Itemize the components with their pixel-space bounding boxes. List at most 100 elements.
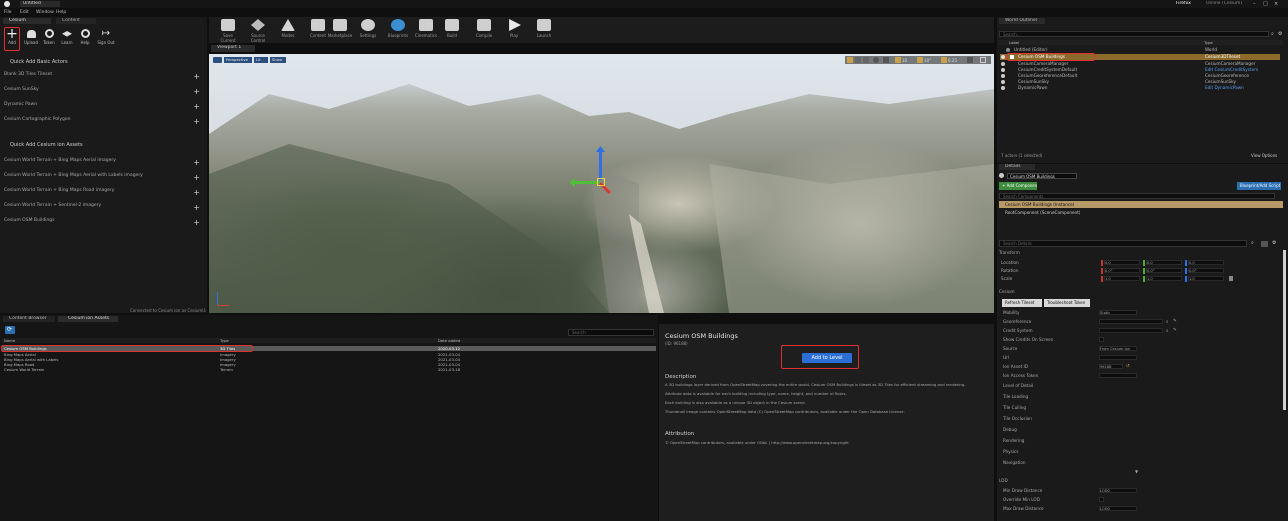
quick-add-terrain-road[interactable]: Cesium World Terrain + Bing Maps Road im… <box>4 188 206 197</box>
scale-mode-icon[interactable] <box>863 57 869 63</box>
component-child[interactable]: RootComponent (SceneComponent) <box>1005 210 1080 215</box>
lod-category[interactable]: LOD <box>999 478 1284 486</box>
scale-snap-value[interactable]: 0.25 <box>948 58 957 63</box>
reset-arrow-icon[interactable]: ↺ <box>1126 364 1130 369</box>
browse-icon[interactable]: ⌕ <box>1166 328 1169 334</box>
location-z-input[interactable]: 0.0 <box>1188 260 1224 265</box>
maximize-button[interactable]: □ <box>1263 1 1271 7</box>
column-type[interactable]: Type <box>1204 40 1213 45</box>
close-button[interactable]: × <box>1274 1 1282 7</box>
grid-snap-value[interactable]: 10 <box>902 58 907 63</box>
translate-mode-icon[interactable] <box>847 57 853 63</box>
mobility-select[interactable]: Static <box>1099 310 1137 315</box>
menu-edit[interactable]: Edit <box>20 10 29 15</box>
tab-cesium[interactable]: Cesium <box>3 18 51 24</box>
tab-details[interactable]: Details <box>999 164 1035 170</box>
quick-add-terrain-sentinel[interactable]: Cesium World Terrain + Sentinel-2 imager… <box>4 203 206 212</box>
pick-actor-icon[interactable]: ✎ <box>1173 328 1177 333</box>
column-date[interactable]: Date added <box>438 338 460 343</box>
ion-asset-id-input[interactable]: 96188 <box>1099 364 1123 369</box>
blueprints-button[interactable]: Blueprints <box>385 19 411 41</box>
show-credits-checkbox[interactable] <box>1099 337 1104 342</box>
rotation-y-input[interactable]: 0.0° <box>1146 268 1182 273</box>
ion-access-token-input[interactable] <box>1099 373 1137 378</box>
z-axis-arrow[interactable] <box>599 150 602 180</box>
rotation-z-input[interactable]: 0.0° <box>1188 268 1224 273</box>
maximize-viewport-icon[interactable] <box>980 57 986 63</box>
add-icon[interactable]: + <box>193 218 200 227</box>
asset-search-input[interactable]: Search <box>568 329 654 336</box>
settings-button[interactable]: Settings <box>355 19 381 41</box>
menu-window[interactable]: Window <box>36 10 54 15</box>
section-ion-assets[interactable]: Quick Add Cesium ion Assets <box>10 142 83 148</box>
category-physics[interactable]: Physics <box>999 449 1284 457</box>
scale-x-input[interactable]: 1.0 <box>1104 276 1140 281</box>
learn-button[interactable]: Learn <box>59 28 75 48</box>
min-draw-select[interactable]: LOD0 <box>1099 488 1137 493</box>
search-icon[interactable]: ⌕ <box>1251 240 1254 246</box>
search-icon[interactable]: ⌕ <box>1271 31 1274 37</box>
add-icon[interactable]: + <box>193 117 200 126</box>
details-options-icon[interactable]: ⚙ <box>1272 240 1276 246</box>
lit-button[interactable]: Lit <box>254 57 268 63</box>
build-button[interactable]: Build <box>439 19 465 41</box>
viewport-options-button[interactable] <box>213 57 222 63</box>
sign-out-button[interactable]: ↦ Sign Out <box>95 28 117 48</box>
category-tile-occlusion[interactable]: Tile Occlusion <box>999 416 1284 424</box>
blueprint-script-button[interactable]: Blueprint/Add Script <box>1237 182 1281 190</box>
add-icon[interactable]: + <box>193 173 200 182</box>
visibility-eye-icon[interactable] <box>1001 85 1005 90</box>
quick-add-sunsky[interactable]: Cesium SunSky + <box>4 87 206 96</box>
visibility-eye-icon[interactable] <box>1001 79 1005 84</box>
tab-content[interactable]: Content <box>56 18 96 24</box>
document-tab[interactable]: Untitled <box>20 1 60 7</box>
view-options-button[interactable]: View Options <box>1251 153 1277 158</box>
viewport-tab[interactable]: Viewport 1 <box>211 45 255 52</box>
grid-snap-icon[interactable] <box>895 57 901 63</box>
details-scrollbar[interactable] <box>1283 250 1286 410</box>
show-button[interactable]: Show <box>270 57 286 63</box>
modes-button[interactable]: Modes <box>275 19 301 41</box>
quick-add-terrain-aerial[interactable]: Cesium World Terrain + Bing Maps Aerial … <box>4 158 206 167</box>
add-icon[interactable]: + <box>193 158 200 167</box>
add-icon[interactable]: + <box>193 203 200 212</box>
visibility-eye-icon[interactable] <box>1001 67 1005 72</box>
visibility-eye-icon[interactable] <box>1001 61 1005 66</box>
column-name[interactable]: Name <box>4 338 15 343</box>
camera-speed-icon[interactable] <box>967 57 973 63</box>
rotate-snap-icon[interactable] <box>917 57 923 63</box>
level-viewport[interactable]: Perspective Lit Show 10 10° 0.25 <box>209 54 994 313</box>
transform-category[interactable]: Transform <box>999 250 1284 258</box>
tab-world-outliner[interactable]: World Outliner <box>999 18 1045 24</box>
outliner-search-input[interactable]: Search... <box>999 31 1269 37</box>
location-x-input[interactable]: 0.0 <box>1104 260 1140 265</box>
outliner-row-dynamic-pawn[interactable]: DynamicPawn Edit DynamicPawn <box>1000 85 1280 91</box>
override-lod-checkbox[interactable] <box>1099 497 1104 502</box>
location-y-input[interactable]: 0.0 <box>1146 260 1182 265</box>
category-navigation[interactable]: Navigation <box>999 460 1284 468</box>
quick-add-cartographic-polygon[interactable]: Cesium Cartographic Polygon + <box>4 117 206 126</box>
add-icon[interactable]: + <box>193 72 200 81</box>
rotate-snap-value[interactable]: 10° <box>924 58 931 63</box>
marketplace-button[interactable]: Marketplace <box>327 19 353 41</box>
troubleshoot-token-button[interactable]: Troubleshoot Token <box>1044 299 1090 307</box>
url-input[interactable] <box>1099 355 1137 360</box>
actor-name-input[interactable]: Cesium OSM Buildings <box>1007 172 1077 179</box>
details-search-input[interactable]: Search Details <box>999 240 1247 247</box>
compile-button[interactable]: Compile <box>471 19 497 41</box>
georeference-select[interactable] <box>1099 319 1163 324</box>
play-button[interactable]: Play <box>501 19 527 41</box>
max-draw-select[interactable]: LOD0 <box>1099 506 1137 511</box>
token-button[interactable]: Token <box>41 28 57 48</box>
tab-ion-assets[interactable]: Cesium ion Assets <box>58 316 118 322</box>
help-button[interactable]: Help <box>77 28 93 48</box>
launch-button[interactable]: Launch <box>531 19 557 41</box>
rotate-mode-icon[interactable] <box>855 57 861 63</box>
browse-icon[interactable]: ⌕ <box>1166 319 1169 325</box>
add-icon[interactable]: + <box>193 188 200 197</box>
surface-snap-icon[interactable] <box>883 57 889 63</box>
scale-snap-icon[interactable] <box>941 57 947 63</box>
gizmo-center[interactable] <box>597 178 605 186</box>
source-control-button[interactable]: Source Control <box>245 19 271 43</box>
table-row[interactable]: Cesium World Terrain Terrain 2021-03-18 <box>2 367 656 372</box>
